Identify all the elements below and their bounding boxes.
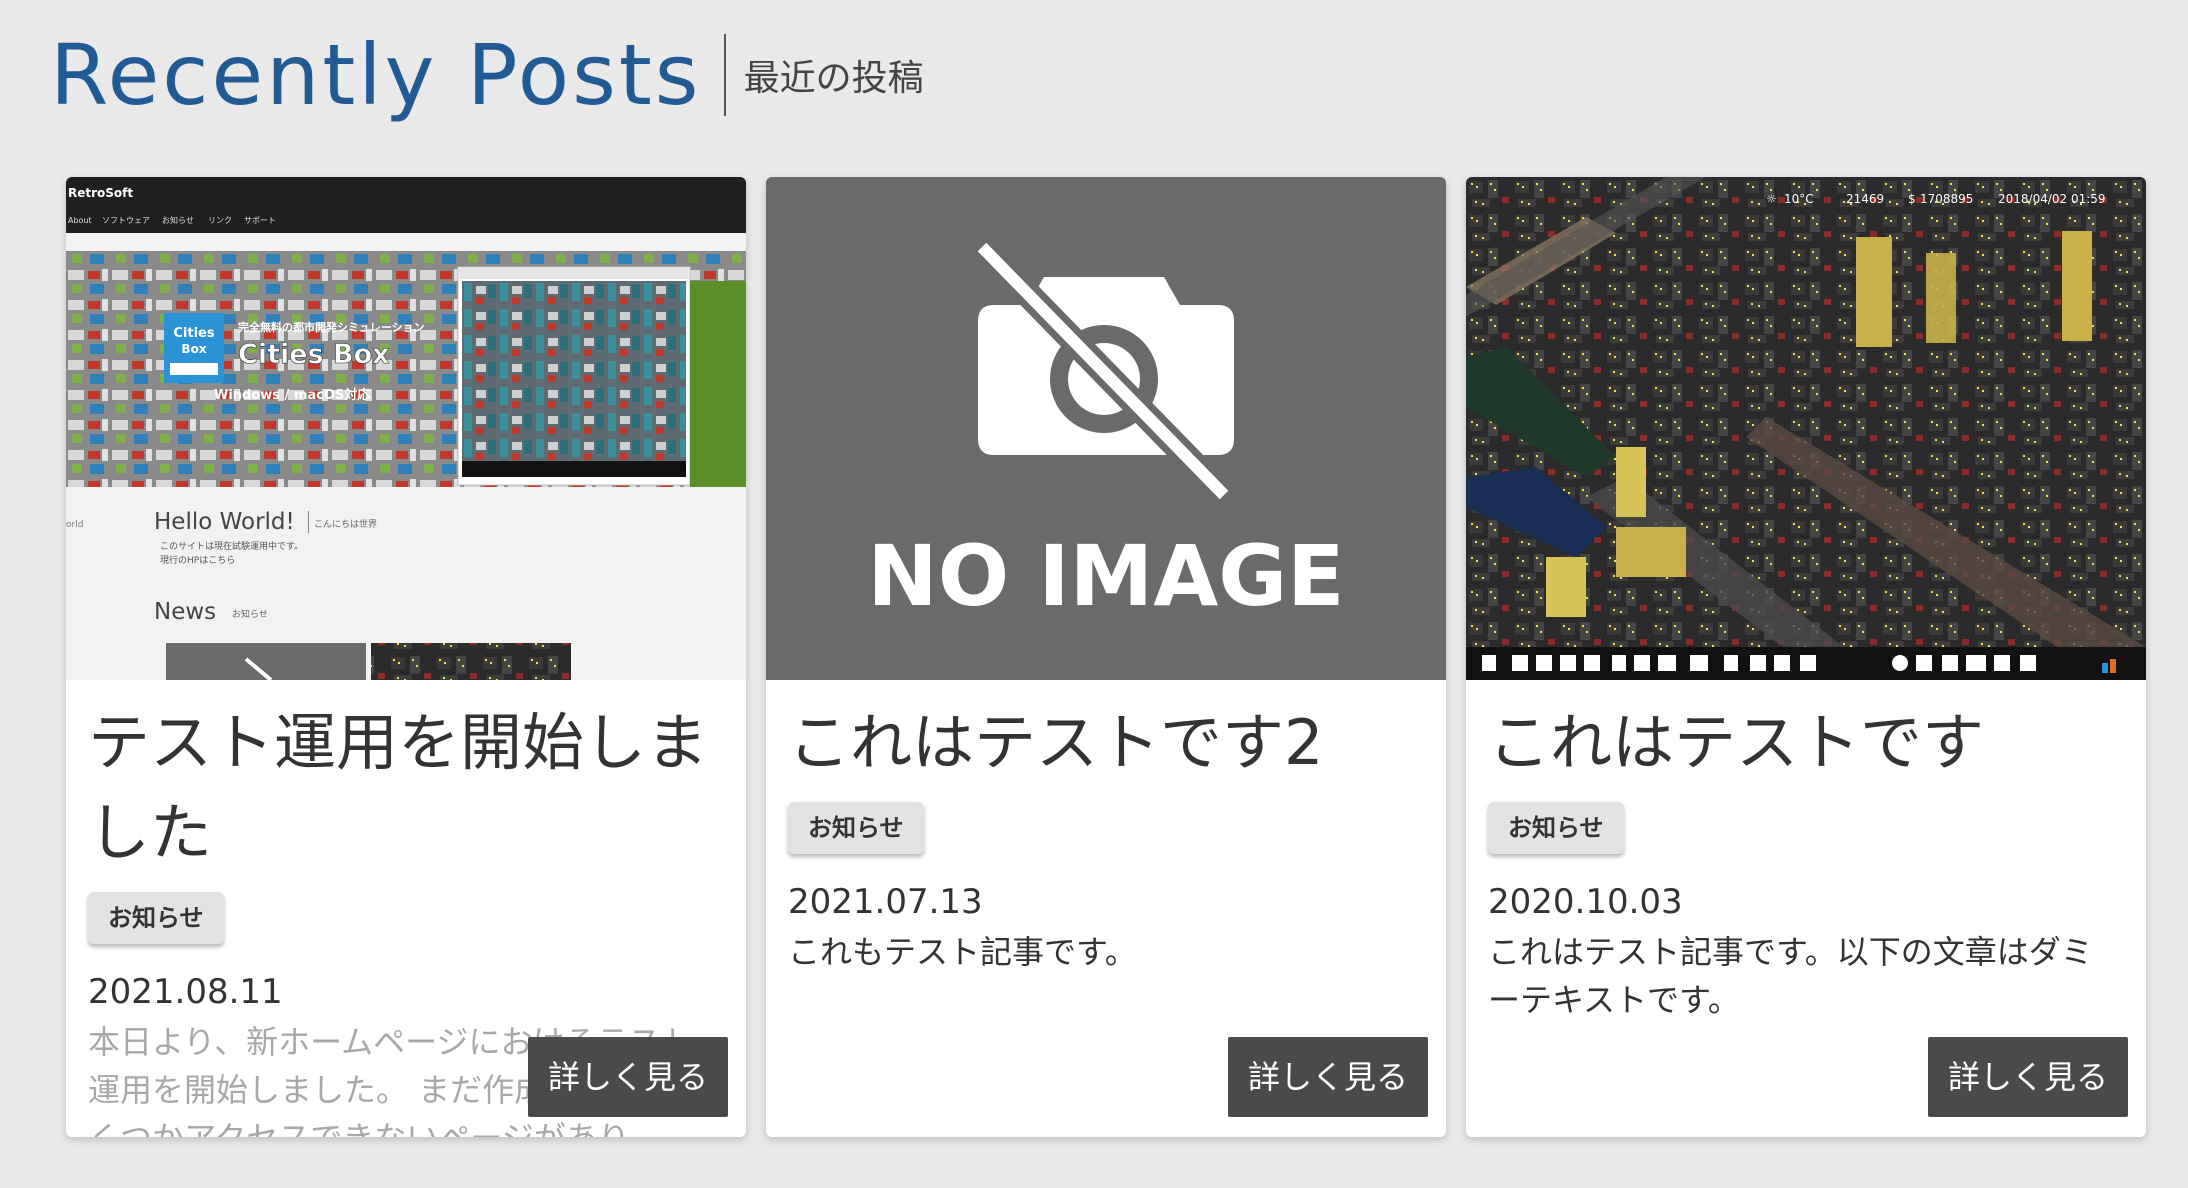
category-badge[interactable]: お知らせ xyxy=(1488,802,1624,854)
hud-population: 21469 xyxy=(1846,192,1884,206)
category-badge[interactable]: お知らせ xyxy=(88,892,224,944)
svg-text:☼: ☼ xyxy=(1766,192,1777,206)
thumb-news-title: News xyxy=(154,599,216,625)
post-title[interactable]: テスト運用を開始しました xyxy=(88,698,724,878)
post-date: 2021.07.13 xyxy=(788,882,983,922)
post-thumbnail[interactable]: NO IMAGE xyxy=(766,177,1446,680)
category-badge[interactable]: お知らせ xyxy=(788,802,924,854)
thumb-hello-sub: こんにちは世界 xyxy=(314,518,377,530)
thumb-nav-about: About xyxy=(68,216,92,225)
thumb-hello-line1: このサイトは現在試験運用中です。 xyxy=(160,540,303,552)
thumb-nav-links: リンク xyxy=(208,216,232,225)
hud-temperature: 10°C xyxy=(1784,192,1814,206)
no-image-placeholder: NO IMAGE xyxy=(766,177,1446,680)
post-card[interactable]: RetroSoft About ソフトウェア お知らせ リンク サポート Cit… xyxy=(66,177,746,1137)
hud-date: 2018/04/02 01:59 xyxy=(1998,192,2106,206)
post-card-body: テスト運用を開始しました お知らせ 2021.08.11 本日より、新ホームペー… xyxy=(66,680,746,1137)
post-excerpt: これはテスト記事です。以下の文章はダミーテキストです。 xyxy=(1488,933,2093,1019)
post-title[interactable]: これはテストです2 xyxy=(788,698,1424,788)
night-city-thumbnail: ☼ 10°C 21469 $ 1708895 2018/04/02 01:59 xyxy=(1466,177,2146,680)
post-date: 2020.10.03 xyxy=(1488,882,1683,922)
post-card-body: これはテストです2 お知らせ 2021.07.13 これもテスト記事です。 詳し… xyxy=(766,680,1446,1137)
post-excerpt: これもテスト記事です。 xyxy=(788,933,1137,971)
post-date: 2021.08.11 xyxy=(88,972,283,1012)
section-subtitle: 最近の投稿 xyxy=(743,58,924,99)
svg-text:$: $ xyxy=(1908,192,1916,206)
thumb-side-label: orld xyxy=(66,520,83,530)
banner-title: Cities Box xyxy=(238,339,390,370)
no-image-text: NO IMAGE xyxy=(867,527,1344,625)
post-thumbnail[interactable]: RetroSoft About ソフトウェア お知らせ リンク サポート Cit… xyxy=(66,177,746,680)
svg-text:Box: Box xyxy=(181,342,206,356)
thumb-hello-title: Hello World! xyxy=(154,509,295,535)
post-card[interactable]: ☼ 10°C 21469 $ 1708895 2018/04/02 01:59 xyxy=(1466,177,2146,1137)
read-more-button[interactable]: 詳しく見る xyxy=(528,1037,728,1117)
banner-platforms: Windows / macOS対応 xyxy=(214,387,370,403)
post-title[interactable]: これはテストです xyxy=(1488,698,2124,788)
post-card-body: これはテストです お知らせ 2020.10.03 これはテスト記事です。以下の文… xyxy=(1466,680,2146,1137)
thumb-hello-line2: 現行のHPはこちら xyxy=(160,554,235,566)
hud-money: 1708895 xyxy=(1920,192,1973,206)
recent-posts-section: Recently Posts 最近の投稿 RetroSoft About ソフト… xyxy=(0,0,2188,1188)
thumb-nav-support: サポート xyxy=(244,216,276,225)
section-heading: Recently Posts 最近の投稿 xyxy=(50,20,924,130)
read-more-button[interactable]: 詳しく見る xyxy=(1228,1037,1428,1117)
logo-text: Cities xyxy=(173,326,214,341)
heading-divider xyxy=(723,34,726,116)
thumb-nav-news: お知らせ xyxy=(162,215,194,225)
website-screenshot-thumbnail: RetroSoft About ソフトウェア お知らせ リンク サポート Cit… xyxy=(66,177,746,680)
post-card[interactable]: NO IMAGE これはテストです2 お知らせ 2021.07.13 これもテス… xyxy=(766,177,1446,1137)
thumb-site-name: RetroSoft xyxy=(68,186,133,200)
thumb-nav-software: ソフトウェア xyxy=(102,216,150,225)
read-more-button[interactable]: 詳しく見る xyxy=(1928,1037,2128,1117)
section-title: Recently Posts xyxy=(50,26,702,124)
banner-tagline: 完全無料の都市開発シミュレーション xyxy=(238,320,425,334)
thumb-news-sub: お知らせ xyxy=(232,608,268,620)
post-thumbnail[interactable]: ☼ 10°C 21469 $ 1708895 2018/04/02 01:59 xyxy=(1466,177,2146,680)
